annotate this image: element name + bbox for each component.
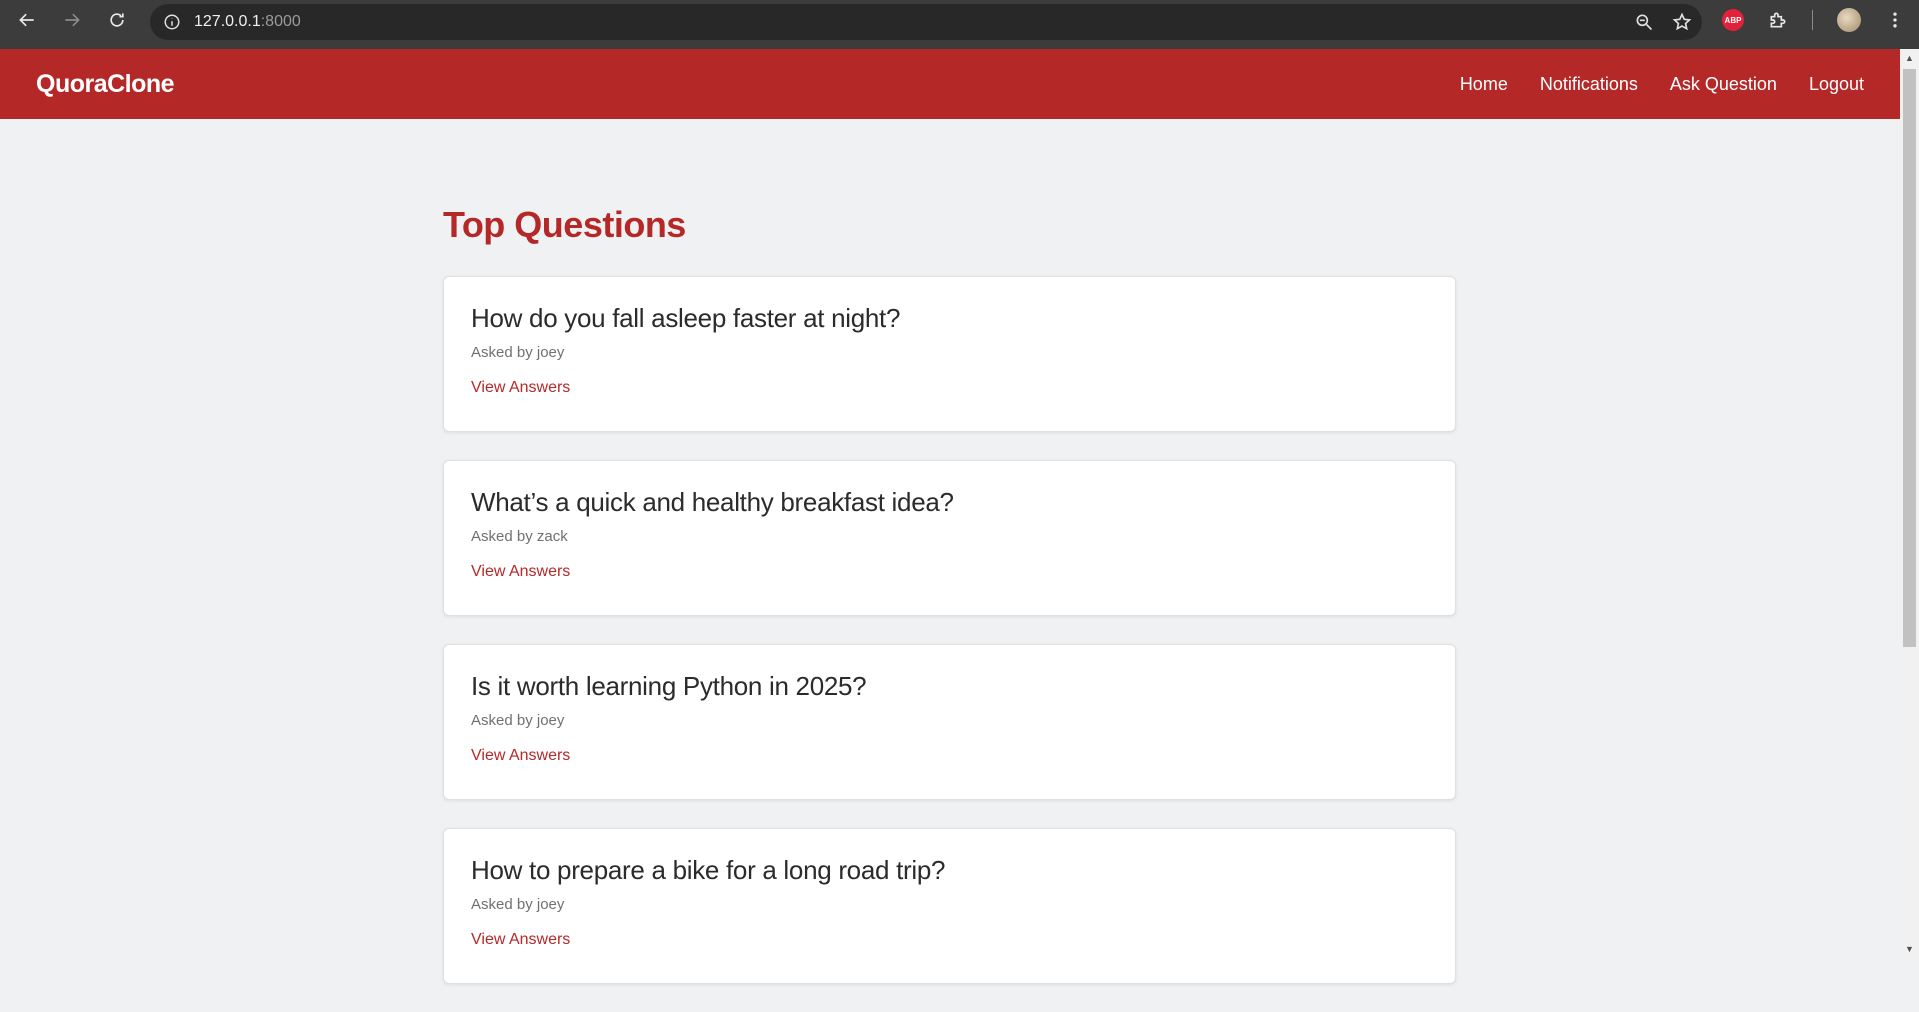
question-title: Is it worth learning Python in 2025? [471, 671, 867, 701]
page-title: Top Questions [443, 204, 686, 245]
question-author: Asked by joey [471, 344, 565, 361]
site-info-icon[interactable] [150, 13, 194, 31]
reload-icon [109, 13, 124, 27]
question-author: Asked by joey [471, 712, 565, 729]
omnibox-actions [1634, 4, 1692, 40]
reload-button[interactable] [94, 0, 139, 40]
question-card: Is it worth learning Python in 2025? Ask… [443, 644, 1456, 800]
view-answers-link[interactable]: View Answers [471, 747, 570, 765]
question-title: What’s a quick and healthy breakfast ide… [471, 487, 954, 517]
question-list: How do you fall asleep faster at night? … [443, 276, 1456, 984]
url-port: :8000 [260, 13, 301, 30]
forward-button[interactable] [49, 0, 94, 40]
adblock-extension-icon[interactable]: ABP [1722, 9, 1744, 31]
main-nav: Home Notifications Ask Question Logout [1460, 74, 1864, 95]
more-menu-icon[interactable] [1885, 10, 1905, 30]
nav-ask-question-link[interactable]: Ask Question [1670, 74, 1777, 95]
address-bar[interactable]: 127.0.0.1:8000 [150, 4, 1702, 40]
arrow-right-icon [64, 13, 80, 27]
browser-toolbar: 127.0.0.1:8000 ABP [0, 0, 1919, 49]
view-answers-link[interactable]: View Answers [471, 379, 570, 397]
question-author: Asked by joey [471, 896, 565, 913]
view-answers-link[interactable]: View Answers [471, 563, 570, 581]
question-card: What’s a quick and healthy breakfast ide… [443, 460, 1456, 616]
extensions-puzzle-icon[interactable] [1768, 10, 1788, 30]
question-author: Asked by zack [471, 528, 568, 545]
scroll-down-arrow-icon[interactable]: ▼ [1900, 940, 1919, 957]
question-title: How do you fall asleep faster at night? [471, 303, 901, 333]
question-card: How do you fall asleep faster at night? … [443, 276, 1456, 432]
toolbar-extensions: ABP [1722, 0, 1919, 40]
page-scrollbar[interactable]: ▲ ▼ [1900, 49, 1919, 957]
scroll-up-arrow-icon[interactable]: ▲ [1900, 49, 1919, 66]
url-host: 127.0.0.1 [194, 13, 261, 30]
main-content: Top Questions How do you fall asleep fas… [443, 119, 1456, 1012]
zoom-icon[interactable] [1634, 12, 1654, 32]
app-navbar: QuoraClone Home Notifications Ask Questi… [0, 49, 1900, 119]
nav-home-link[interactable]: Home [1460, 74, 1508, 95]
brand-logo[interactable]: QuoraClone [36, 70, 175, 99]
scrollbar-thumb[interactable] [1903, 69, 1916, 647]
question-title: How to prepare a bike for a long road tr… [471, 855, 946, 885]
arrow-left-icon [18, 13, 34, 27]
url-text: 127.0.0.1:8000 [194, 13, 301, 31]
nav-logout-link[interactable]: Logout [1809, 74, 1864, 95]
question-card: How to prepare a bike for a long road tr… [443, 828, 1456, 984]
nav-notifications-link[interactable]: Notifications [1540, 74, 1638, 95]
toolbar-divider [1812, 10, 1813, 30]
view-answers-link[interactable]: View Answers [471, 931, 570, 949]
bookmark-star-icon[interactable] [1672, 12, 1692, 32]
back-button[interactable] [4, 0, 49, 40]
profile-avatar[interactable] [1837, 8, 1861, 32]
